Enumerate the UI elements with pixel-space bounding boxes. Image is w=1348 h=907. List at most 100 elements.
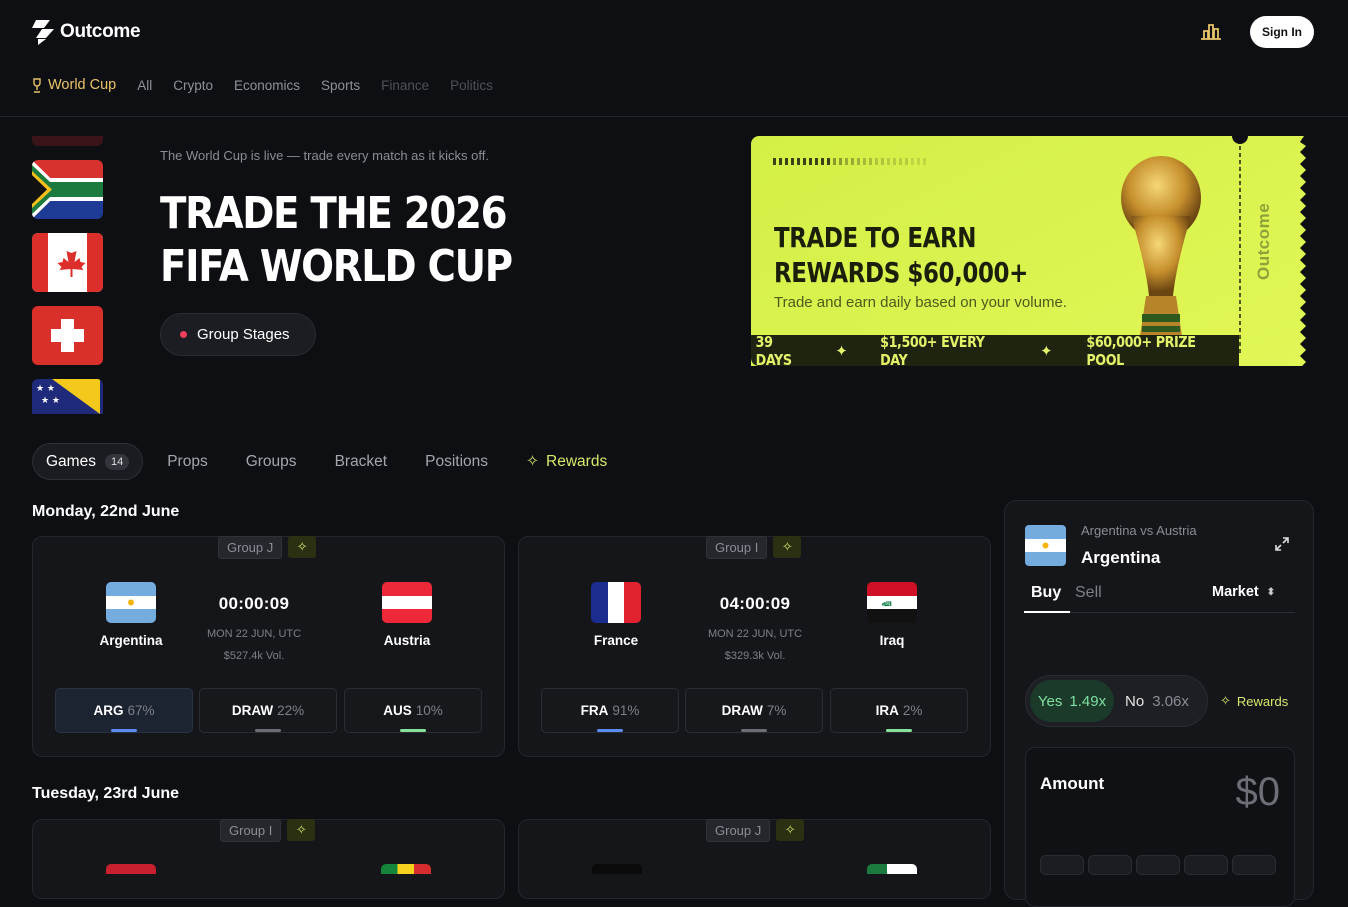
match-volume: $329.3k Vol. [724, 650, 786, 662]
match-date: MON 22 JUN, UTC [707, 628, 803, 640]
sparkle-icon: ✧ [526, 453, 540, 470]
match-card[interactable]: Group I ✧ [32, 818, 505, 899]
panel-match-title: Argentina vs Austria [1081, 523, 1197, 538]
flag-france [591, 582, 641, 623]
promo-subtitle: Trade and earn daily based on your volum… [774, 294, 1067, 311]
live-dot-icon [180, 331, 187, 338]
flag-partial-icon [381, 864, 431, 874]
match-date: MON 22 JUN, UTC [206, 628, 302, 640]
leaderboard-icon[interactable] [1200, 22, 1222, 45]
odds-button-home[interactable]: ARG 67% [55, 688, 193, 733]
category-nav: World Cup All Crypto Economics Sports Fi… [32, 77, 493, 93]
tab-bracket[interactable]: Bracket [316, 443, 407, 480]
odds-button-draw[interactable]: DRAW 22% [199, 688, 337, 733]
group-tag: Group I ✧ [220, 818, 316, 842]
svg-text:★ ★: ★ ★ [41, 396, 60, 406]
quick-amount-button[interactable] [1184, 855, 1228, 875]
nav-item-world-cup[interactable]: World Cup [32, 77, 116, 93]
group-tag: Group I ✧ [706, 535, 802, 559]
nav-item-all[interactable]: All [137, 78, 152, 93]
promo-bar-days: 39 DAYS [755, 332, 792, 369]
amount-label: Amount [1040, 774, 1105, 793]
nav-item-politics[interactable]: Politics [450, 78, 493, 93]
games-count-badge: 14 [104, 453, 130, 470]
day-header: Monday, 22nd June [32, 503, 180, 520]
yes-no-toggle: Yes 1.49x No 3.06x [1025, 675, 1208, 727]
tab-props[interactable]: Props [143, 443, 227, 480]
match-card-france-iraq[interactable]: Group I ✧ France 04:00:09 MON 22 JUN, UT… [518, 535, 991, 757]
sparkle-icon: ✦ [1039, 341, 1053, 360]
group-tag: Group J ✧ [706, 818, 805, 842]
odds-button-away[interactable]: AUS 10% [344, 688, 482, 733]
group-tag: Group J ✧ [218, 535, 317, 559]
brand-logo[interactable]: Outcome [32, 18, 141, 45]
flag-partial-top [32, 136, 103, 146]
flag-bosnia: ★ ★ ★ ★ [32, 379, 103, 414]
section-tabs: Games 14 Props Groups Bracket Positions … [32, 443, 626, 480]
flag-argentina [106, 582, 156, 623]
odds-button-draw[interactable]: DRAW 7% [685, 688, 823, 733]
rewards-sparkle-icon: ✧ [288, 536, 317, 558]
group-label: Group J [218, 535, 283, 559]
buy-tab[interactable]: Buy [1031, 584, 1061, 612]
amount-box[interactable]: Amount $0 [1025, 747, 1295, 907]
team-home[interactable]: Argentina [71, 582, 191, 648]
match-card-argentina-austria[interactable]: Group J ✧ Argentina 00:00:09 MON 22 JUN,… [32, 535, 505, 757]
promo-bar-daily: $1,500+ EVERY DAY [880, 332, 986, 369]
odds-button-home[interactable]: FRA 91% [541, 688, 679, 733]
nav-item-finance[interactable]: Finance [381, 78, 429, 93]
match-card[interactable]: Group J ✧ [518, 818, 991, 899]
quick-amount-button[interactable] [1136, 855, 1180, 875]
tab-rewards[interactable]: ✧ Rewards [507, 443, 626, 480]
expand-icon[interactable] [1275, 537, 1289, 556]
brand-name: Outcome [60, 20, 141, 42]
rewards-link[interactable]: ✧ Rewards [1220, 693, 1288, 709]
quick-amount-button[interactable] [1088, 855, 1132, 875]
hero-title: TRADE THE 2026 FIFA WORLD CUP [160, 188, 513, 292]
trade-panel: Argentina vs Austria Argentina Buy Sell … [1004, 500, 1314, 907]
quick-amount-button[interactable] [1232, 855, 1276, 875]
flag-austria [382, 582, 432, 623]
yes-option[interactable]: Yes 1.49x [1030, 680, 1114, 722]
trophy-icon [33, 77, 41, 93]
order-type-select[interactable]: Market ⬍ [1212, 584, 1275, 612]
nav-item-crypto[interactable]: Crypto [173, 78, 213, 93]
odds-indicator [111, 729, 137, 732]
amount-value: $0 [1235, 770, 1281, 814]
odds-indicator [400, 729, 426, 732]
no-option[interactable]: No 3.06x [1125, 680, 1189, 722]
team-away[interactable]: Austria [347, 582, 467, 648]
flag-switzerland [32, 306, 103, 365]
sparkle-icon: ✧ [1220, 693, 1231, 708]
tab-games[interactable]: Games 14 [32, 443, 144, 480]
odds-button-away[interactable]: IRA 2% [830, 688, 968, 733]
header-divider [0, 116, 1348, 117]
match-volume: $527.4k Vol. [223, 650, 285, 662]
flag-partial-icon [106, 864, 156, 874]
tab-positions[interactable]: Positions [406, 443, 507, 480]
outcome-logo-icon [32, 20, 54, 45]
nav-item-economics[interactable]: Economics [234, 78, 300, 93]
hero-subtitle: The World Cup is live — trade every matc… [160, 148, 489, 163]
tab-groups[interactable]: Groups [227, 443, 316, 480]
group-label: Group J [706, 818, 771, 842]
promo-title: TRADE TO EARN REWARDS $60,000+ [774, 221, 1028, 289]
sell-tab[interactable]: Sell [1075, 584, 1102, 612]
match-time: 00:00:09 MON 22 JUN, UTC $527.4k Vol. [174, 594, 334, 662]
group-label: Group I [706, 535, 768, 559]
promo-vertical-brand: Outcome [1254, 202, 1273, 280]
team-away[interactable]: ﷲ Iraq [832, 582, 952, 648]
quick-amount-button[interactable] [1040, 855, 1084, 875]
rewards-sparkle-icon: ✧ [287, 819, 316, 841]
sign-in-button[interactable]: Sign In [1250, 16, 1314, 48]
sparkle-icon: ✦ [835, 341, 848, 360]
svg-text:★ ★: ★ ★ [36, 384, 55, 394]
flag-canada [32, 233, 103, 292]
odds-indicator [597, 729, 623, 732]
nav-item-sports[interactable]: Sports [321, 78, 360, 93]
team-home[interactable]: France [556, 582, 676, 648]
panel-selection: Argentina [1081, 548, 1161, 567]
flag-argentina [1025, 525, 1066, 566]
flag-partial-icon [867, 864, 917, 874]
group-stages-pill[interactable]: Group Stages [160, 313, 316, 356]
